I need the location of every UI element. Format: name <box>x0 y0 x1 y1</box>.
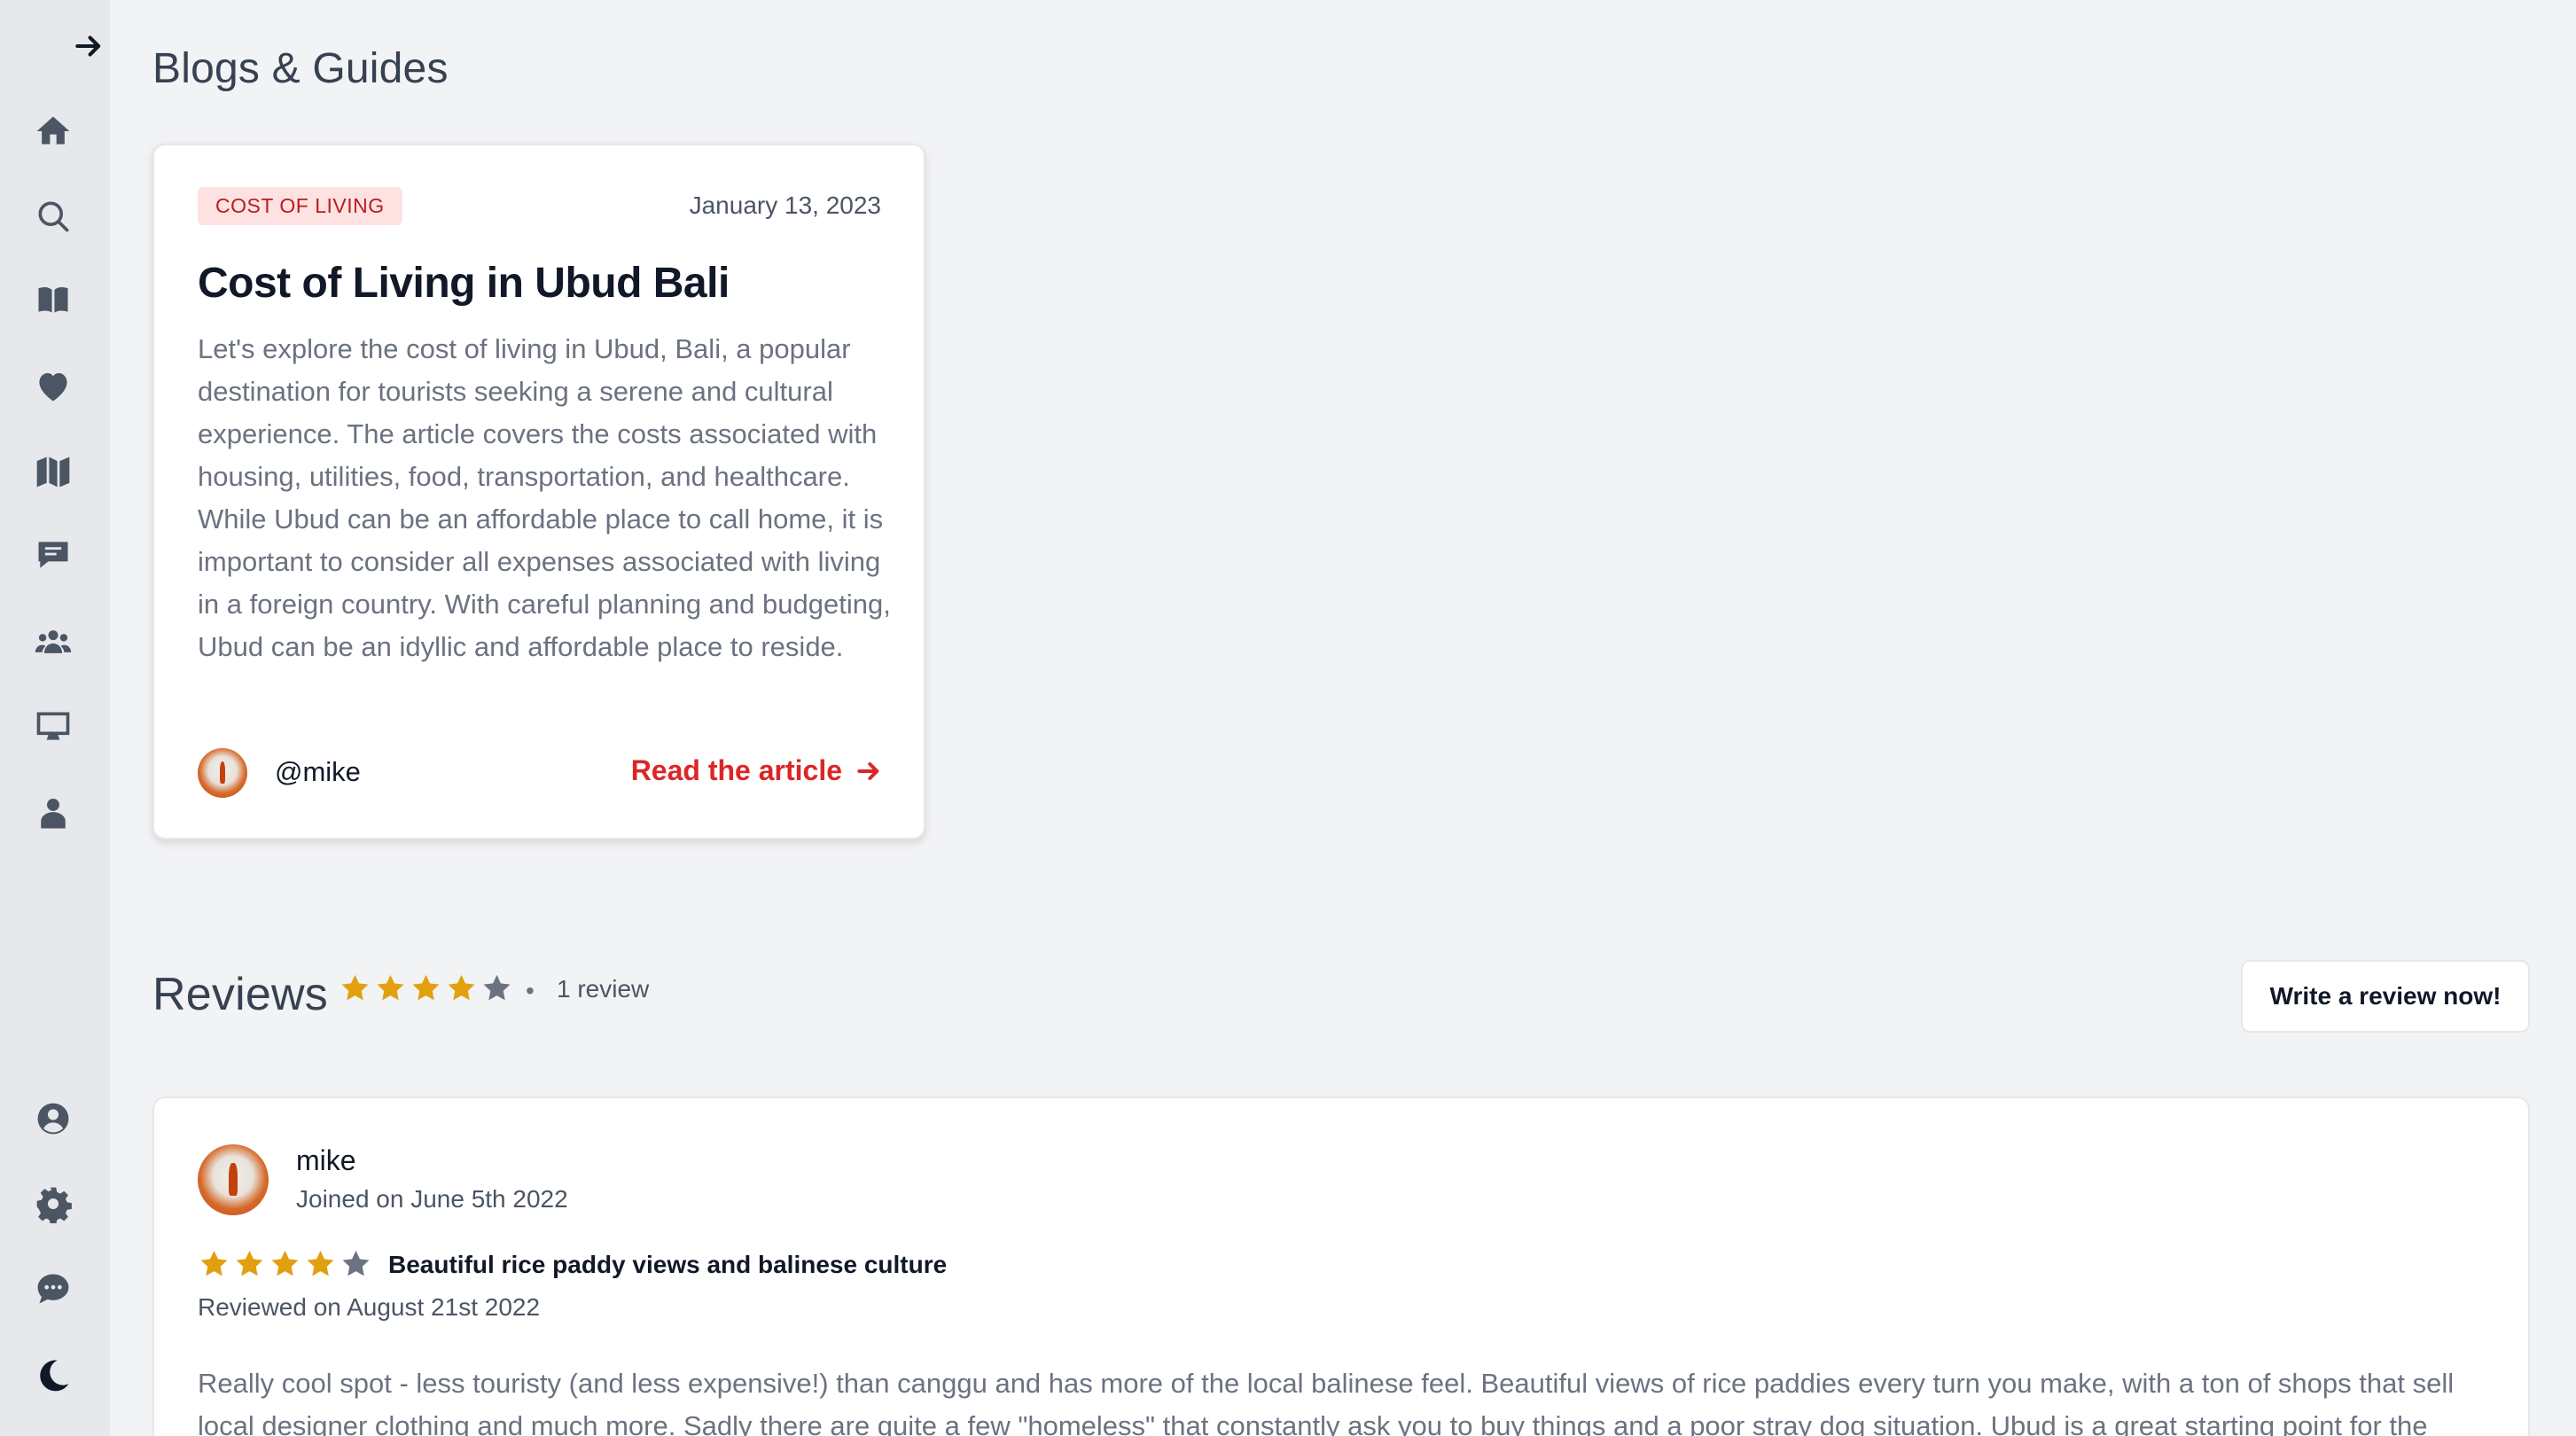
reviews-section-title: Reviews <box>152 969 328 1020</box>
read-article-link[interactable]: Read the article <box>631 754 883 787</box>
gear-icon[interactable] <box>30 1181 76 1227</box>
star-filled-icon <box>341 974 369 1001</box>
arrow-right-icon <box>857 761 879 780</box>
search-icon[interactable] <box>30 193 76 239</box>
reviewer-avatar[interactable] <box>198 1144 269 1215</box>
blog-date: January 13, 2023 <box>689 191 881 219</box>
reviewer-name[interactable]: mike <box>296 1144 356 1177</box>
author-avatar[interactable] <box>198 748 247 798</box>
review-count: 1 review <box>557 975 650 1003</box>
blog-title[interactable]: Cost of Living in Ubud Bali <box>198 259 730 308</box>
author-handle[interactable]: @mike <box>275 756 361 788</box>
review-rating-stars <box>198 1247 372 1280</box>
review-text: Really cool spot - less touristy (and le… <box>198 1368 2455 1436</box>
book-icon[interactable] <box>30 277 76 323</box>
desktop-icon[interactable] <box>30 704 76 750</box>
sidebar <box>0 0 110 1436</box>
review-title: Beautiful rice paddy views and balinese … <box>388 1251 948 1278</box>
star-filled-icon <box>200 1250 228 1276</box>
star-filled-icon <box>412 974 440 1001</box>
heart-icon[interactable] <box>30 363 76 410</box>
user-circle-icon[interactable] <box>30 1096 76 1142</box>
star-empty-icon <box>342 1250 370 1276</box>
moon-icon[interactable] <box>30 1353 76 1399</box>
arrow-right-icon[interactable] <box>67 25 110 67</box>
separator-dot: • <box>526 977 535 1004</box>
review-card: mike Joined on June 5th 2022 Beautiful r… <box>152 1097 2530 1436</box>
write-review-button[interactable]: Write a review now! <box>2241 960 2530 1033</box>
blog-excerpt: Let's explore the cost of living in Ubud… <box>198 333 891 662</box>
chat-icon[interactable] <box>30 532 76 578</box>
star-empty-icon <box>483 974 511 1001</box>
blog-card[interactable]: COST OF LIVING January 13, 2023 Cost of … <box>152 144 925 839</box>
star-filled-icon <box>236 1250 263 1276</box>
reviewed-on-date: Reviewed on August 21st 2022 <box>198 1293 541 1321</box>
users-icon[interactable] <box>30 619 76 665</box>
category-badge: COST OF LIVING <box>198 187 402 225</box>
star-filled-icon <box>377 974 404 1001</box>
person-icon[interactable] <box>30 791 76 837</box>
star-filled-icon <box>307 1250 334 1276</box>
map-icon[interactable] <box>30 449 76 495</box>
home-icon[interactable] <box>30 108 76 154</box>
overall-rating-stars <box>339 972 513 1004</box>
star-filled-icon <box>448 974 475 1001</box>
chat-bubble-icon[interactable] <box>30 1266 76 1312</box>
blogs-section-title: Blogs & Guides <box>152 45 449 92</box>
star-filled-icon <box>271 1250 299 1276</box>
read-article-label: Read the article <box>630 754 842 786</box>
reviewer-joined-date: Joined on June 5th 2022 <box>296 1185 568 1213</box>
